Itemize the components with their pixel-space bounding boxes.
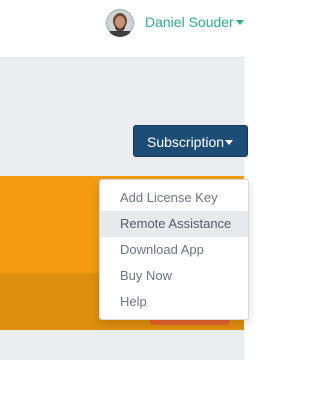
chevron-down-icon — [225, 140, 233, 145]
menu-item-help[interactable]: Help — [100, 289, 248, 315]
menu-item-label: Download App — [120, 242, 204, 257]
avatar-image — [106, 9, 134, 37]
status-card-title-text: tatus — [47, 12, 100, 37]
subscription-button[interactable]: Subscription — [133, 125, 248, 157]
subscription-dropdown-menu: Add License Key Remote Assistance Downlo… — [99, 179, 249, 320]
page-bottom — [0, 360, 244, 395]
menu-item-label: Remote Assistance — [120, 216, 232, 231]
menu-item-label: Add License Key — [120, 190, 218, 205]
menu-item-remote-assistance[interactable]: Remote Assistance — [100, 211, 248, 237]
user-avatar[interactable] — [106, 9, 134, 37]
subscription-button-label: Subscription — [147, 134, 225, 150]
menu-item-label: Buy Now — [120, 268, 173, 283]
menu-item-add-license-key[interactable]: Add License Key — [100, 185, 248, 211]
status-card-title: tatus — [0, 12, 100, 42]
menu-item-buy-now[interactable]: Buy Now — [100, 263, 248, 289]
user-menu-caret-icon[interactable] — [236, 20, 244, 25]
menu-item-download-app[interactable]: Download App — [100, 237, 248, 263]
menu-item-label: Help — [120, 294, 147, 309]
user-name-link[interactable]: Daniel Souder — [145, 14, 234, 30]
